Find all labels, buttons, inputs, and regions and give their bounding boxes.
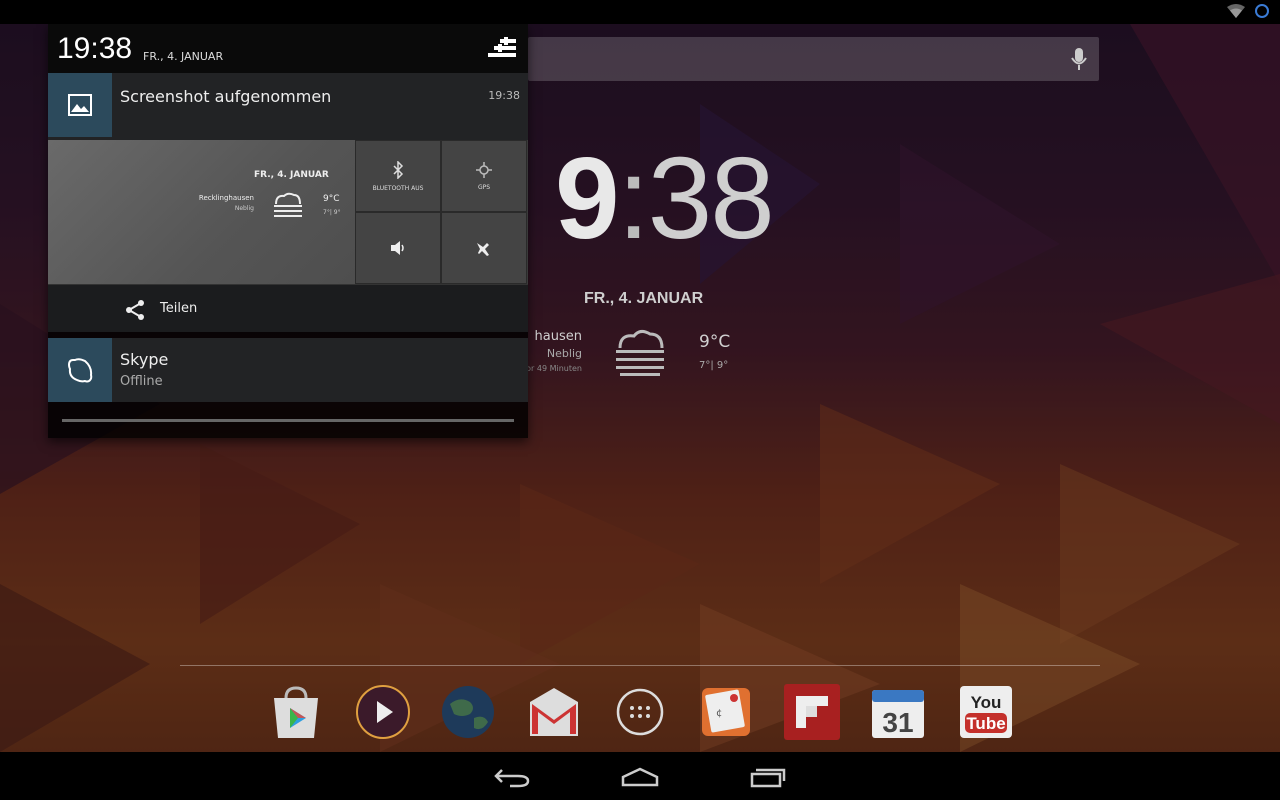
- home-temperature: 9°C: [699, 332, 731, 352]
- skype-notification[interactable]: Skype Offline: [48, 338, 528, 402]
- screenshot-notification[interactable]: Screenshot aufgenommen 19:38 FR., 4. JAN…: [48, 73, 528, 332]
- dock-app-youtube[interactable]: You Tube: [958, 684, 1014, 740]
- play-store-icon: [274, 686, 318, 738]
- google-search-bar[interactable]: [528, 37, 1099, 81]
- skype-icon-box: [48, 338, 112, 402]
- youtube-icon: You Tube: [960, 686, 1012, 738]
- preview-tile-gps: GPS: [441, 140, 527, 212]
- clock-colon: :: [617, 133, 650, 263]
- bluetooth-icon: [393, 160, 404, 179]
- gmail-icon: [530, 688, 578, 736]
- home-temp-range: 7°| 9°: [699, 360, 729, 371]
- notification-icon-box: [48, 73, 112, 137]
- home-button[interactable]: [610, 762, 670, 792]
- preview-temp: 9°C: [323, 194, 340, 204]
- preview-fog-icon: [274, 192, 302, 217]
- share-action[interactable]: Teilen: [48, 284, 528, 332]
- app-drawer-icon: [616, 688, 664, 736]
- preview-date: FR., 4. JANUAR: [254, 170, 329, 180]
- preview-condition: Neblig: [234, 205, 254, 212]
- recents-button[interactable]: [738, 762, 798, 792]
- status-bar: [0, 0, 1280, 24]
- skype-status: Offline: [120, 374, 163, 389]
- youtube-label-top: You: [971, 693, 1002, 712]
- wifi-icon: [1227, 4, 1245, 18]
- clock-hour: 9: [555, 133, 620, 263]
- calendar-day: 31: [882, 707, 913, 738]
- dock-app-calendar[interactable]: 31: [870, 684, 926, 740]
- status-icons: [1226, 3, 1270, 19]
- quick-settings-icon: [488, 37, 516, 57]
- skype-icon: [67, 358, 93, 383]
- flipboard-icon: [784, 684, 840, 740]
- fog-icon: [616, 329, 664, 376]
- youtube-label-bottom: Tube: [966, 714, 1005, 733]
- gps-icon: [476, 161, 492, 178]
- share-icon: [126, 300, 144, 320]
- preview-range: 7°| 9°: [323, 209, 341, 216]
- dock: ¢ 31 You Tube: [268, 684, 1018, 744]
- volume-icon: [391, 241, 404, 255]
- globe-icon: [442, 686, 494, 738]
- dock-app-notes[interactable]: ¢: [698, 684, 754, 740]
- home-date: FR., 4. JANUAR: [584, 290, 704, 307]
- dock-app-drawer[interactable]: [612, 684, 668, 740]
- preview-quick-settings: BLUETOOTH AUS GPS: [355, 140, 528, 284]
- back-icon: [494, 769, 530, 788]
- dock-app-gmail[interactable]: [526, 684, 582, 740]
- play-music-icon: [356, 685, 410, 739]
- shade-date: FR., 4. JANUAR: [143, 50, 224, 63]
- notification-shade[interactable]: 19:38 FR., 4. JANUAR Screenshot aufgenom…: [48, 24, 528, 438]
- preview-tile-bluetooth: BLUETOOTH AUS: [355, 140, 441, 212]
- dock-app-play-music[interactable]: [355, 684, 411, 740]
- home-icon: [621, 767, 659, 787]
- tile-label-gps: GPS: [477, 183, 491, 191]
- home-clock: 9:38: [555, 140, 805, 256]
- airplane-icon: [477, 243, 489, 256]
- preview-tile-sound: [355, 212, 441, 284]
- dock-divider: [180, 665, 1100, 666]
- preview-tile-airplane: [441, 212, 527, 284]
- shade-header: 19:38 FR., 4. JANUAR: [48, 24, 528, 73]
- screenshot-preview[interactable]: FR., 4. JANUAR Recklinghausen Neblig 9°C…: [48, 140, 528, 284]
- microphone-icon[interactable]: [1071, 47, 1087, 71]
- image-icon: [68, 94, 92, 116]
- notification-title: Screenshot aufgenommen: [120, 87, 332, 106]
- dock-app-earth[interactable]: [440, 684, 496, 740]
- back-button[interactable]: [482, 762, 542, 792]
- share-label: Teilen: [160, 301, 198, 316]
- tile-label-bluetooth: BLUETOOTH AUS: [372, 184, 424, 192]
- notification-time: 19:38: [488, 89, 520, 102]
- notes-icon: ¢: [702, 688, 750, 736]
- dock-app-play-store[interactable]: [268, 684, 324, 740]
- connectivity-icon: [1255, 4, 1269, 18]
- calendar-icon: 31: [872, 690, 924, 738]
- skype-title: Skype: [120, 350, 169, 369]
- preview-place: Recklinghausen: [198, 194, 254, 202]
- preview-homescreen: FR., 4. JANUAR Recklinghausen Neblig 9°C…: [48, 140, 355, 284]
- navigation-bar: [0, 752, 1280, 800]
- dock-app-flipboard[interactable]: [784, 684, 840, 740]
- clock-widget[interactable]: 9:38: [555, 140, 805, 256]
- clock-minutes: 38: [647, 133, 775, 263]
- recents-icon: [750, 768, 786, 788]
- quick-settings-button[interactable]: [486, 36, 520, 62]
- shade-time: 19:38: [57, 32, 133, 65]
- svg-text:¢: ¢: [716, 708, 722, 719]
- shade-drag-handle[interactable]: [62, 419, 514, 422]
